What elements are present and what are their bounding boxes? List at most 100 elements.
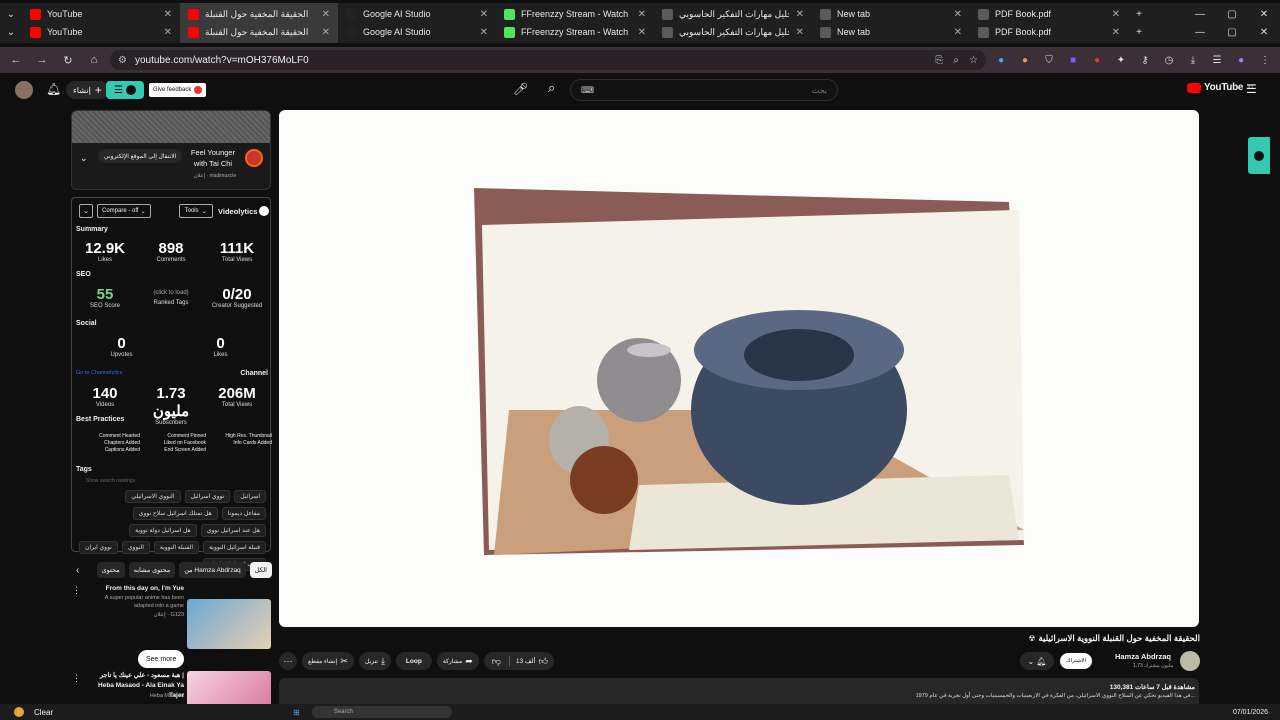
browser-tab[interactable]: YouTube ✕ [22,21,180,43]
tag-chip[interactable]: هل تمتلك اسرائيل سلاح نووي [132,507,218,520]
install-icon[interactable]: ⎘ [935,55,943,66]
keyboard-icon[interactable]: ⌨ [581,85,594,96]
reading-list-icon[interactable]: ☰ [1208,51,1226,69]
tag-chip[interactable]: نووي اسرائيل [184,490,231,503]
notifications-bell-icon[interactable]: 🔔︎ [46,82,61,96]
extension-cookie-icon[interactable]: ● [1016,51,1034,69]
minimize-button-2[interactable]: — [1184,27,1216,38]
close-window-button[interactable]: ✕ [1248,9,1280,20]
more-actions-button[interactable]: ⋯ [279,652,297,670]
dislike-button[interactable]: 👎︎ [484,655,510,667]
search-icon[interactable]: ⌕ [548,80,555,96]
home-icon[interactable]: ⌂ [84,50,104,70]
menu-toggle-button[interactable]: ☰ [106,81,144,99]
clip-button[interactable]: إنشاء مقطع ✂ [302,652,354,670]
channel-avatar[interactable] [1180,651,1200,671]
tag-chip[interactable]: القنبلة النووية [153,541,200,554]
profile-avatar-icon[interactable]: ● [1232,51,1250,69]
rec-item-1[interactable]: ⋮ From this day on, I'm Yue A super popu… [70,583,272,653]
new-tab-button-2[interactable]: + [1128,21,1150,43]
close-tab-icon[interactable]: ✕ [954,9,962,20]
extension-red-icon[interactable]: ● [1088,51,1106,69]
collapse-button[interactable]: ⌄ [79,204,93,218]
filter-chip[interactable]: من Hamza Abdrzaq [179,562,246,578]
close-tab-icon[interactable]: ✕ [796,27,804,38]
rec-more-icon[interactable]: ⋮ [72,673,81,684]
extension-globe-icon[interactable]: ● [992,51,1010,69]
password-key-icon[interactable]: ⚷ [1136,51,1154,69]
chevron-left-icon[interactable]: ‹ [76,565,79,576]
close-tab-icon[interactable]: ✕ [480,9,488,20]
close-tab-icon[interactable]: ✕ [1112,9,1120,20]
address-bar[interactable]: ⚙ youtube.com/watch?v=mOH376MoLF0 ⎘ ⌕ ☆ [110,50,986,70]
browser-tab[interactable]: Google AI Studio ✕ [338,21,496,43]
zoom-icon[interactable]: ⌕ [953,55,959,66]
browser-tab[interactable]: FFreenzzy Stream - Watch Live ✕ [496,21,654,43]
channel-name[interactable]: Hamza Abdrzaq [1115,652,1171,661]
ad-expand-icon[interactable]: ⌄ [80,153,88,164]
extensions-puzzle-icon[interactable]: ✦ [1112,51,1130,69]
close-window-button-2[interactable]: ✕ [1248,27,1280,38]
subscribe-button[interactable]: الاشتراك [1060,653,1093,669]
close-tab-icon[interactable]: ✕ [638,27,646,38]
back-icon[interactable]: ← [6,50,26,70]
tag-chip[interactable]: النووي الاسرائيلي [125,490,181,503]
close-tab-icon[interactable]: ✕ [954,27,962,38]
browser-tab[interactable]: تحليل مهارات التفكير الحاسوبي ✕ [654,21,812,43]
create-button[interactable]: إنشاء + [66,81,109,99]
start-icon[interactable]: ⊞ [293,708,300,717]
minimize-button[interactable]: — [1184,9,1216,20]
close-tab-icon[interactable]: ✕ [322,27,330,38]
bookmark-star-icon[interactable]: ☆ [969,55,978,66]
ad-banner-image[interactable] [72,111,270,143]
tag-chip[interactable]: النووي [121,541,150,554]
close-tab-icon[interactable]: ✕ [638,9,646,20]
filter-chip[interactable]: محتوى مشابه [128,562,176,578]
close-tab-icon[interactable]: ✕ [480,27,488,38]
browser-tab[interactable]: الحقيقة المخفية حول القنبلة ✕ [180,21,338,43]
loop-button[interactable]: Loop [395,652,432,670]
close-tab-icon[interactable]: ✕ [322,9,330,20]
tag-chip[interactable]: نووي ايران [79,541,118,554]
weather-label[interactable]: Clear [34,708,53,717]
tag-chip[interactable]: قنبلة اسرائيل النووية [203,541,266,554]
browser-menu-icon[interactable]: ⋮ [1256,51,1274,69]
history-icon[interactable]: ◷ [1160,51,1178,69]
download-button[interactable]: تنزيل ⤓ [358,652,391,670]
download-icon[interactable]: ⤓ [1184,51,1202,69]
maximize-button-2[interactable]: ▢ [1216,27,1248,38]
close-tab-icon[interactable]: ✕ [164,9,172,20]
tag-chip[interactable]: اسرائيل [234,490,266,503]
taskbar-search[interactable]: Search [311,706,452,718]
reload-icon[interactable]: ↻ [58,50,78,70]
forward-icon[interactable]: → [32,50,52,70]
tab-search-button-2[interactable]: ⌄ [0,21,22,43]
browser-tab[interactable]: New tab ✕ [812,21,970,43]
maximize-button[interactable]: ▢ [1216,9,1248,20]
site-info-icon[interactable]: ⚙ [118,55,127,66]
see-more-button[interactable]: See more [138,650,185,668]
tag-chip[interactable]: مفاعل ديمونا [221,507,266,520]
bell-dropdown-button[interactable]: ⌄ 🔔︎ [1020,652,1054,670]
ad-visit-button[interactable]: الانتقال إلى الموقع الإلكتروني [98,149,183,163]
video-player[interactable] [279,110,1199,627]
extension-purple-icon[interactable]: ■ [1064,51,1082,69]
give-feedback-button[interactable]: Give feedback [149,83,207,97]
search-input[interactable]: ⌨ بحث [570,79,838,101]
account-avatar[interactable] [15,81,33,99]
close-tab-icon[interactable]: ✕ [164,27,172,38]
tag-chip[interactable]: هل اسرائيل دولة نووية [129,524,197,537]
rec-more-icon[interactable]: ⋮ [72,585,81,596]
weather-icon[interactable] [14,707,24,717]
filter-chip[interactable]: محتوى [96,562,125,578]
compare-toggle[interactable]: Compare - off ⌄ [97,204,151,218]
extension-side-tab[interactable] [1248,137,1270,174]
guide-menu-icon[interactable]: ☰ [1246,82,1257,96]
show-rankings-toggle[interactable]: Show search rankings [86,478,135,484]
browser-tab[interactable]: PDF Book.pdf ✕ [970,21,1128,43]
tools-dropdown[interactable]: Tools ⌄ [178,204,213,218]
like-button[interactable]: 13 ألف 👍︎ [510,656,554,667]
close-tab-icon[interactable]: ✕ [796,9,804,20]
go-to-channelytics-link[interactable]: Go to Channelytics [76,370,122,376]
extension-shield-icon[interactable]: ⛉ [1040,51,1058,69]
